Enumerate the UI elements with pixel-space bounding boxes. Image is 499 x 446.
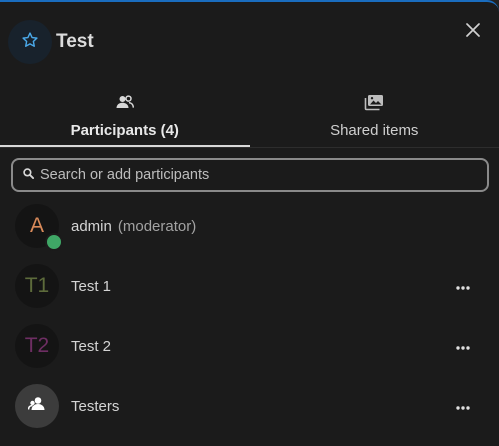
participant-name-text: Testers [71,397,120,415]
avatar-initials: T1 [24,274,50,297]
tab-participants[interactable]: Participants (4) [0,90,250,147]
tab-participants-label: Participants (4) [70,122,179,139]
search-icon [23,166,34,184]
sidebar-header: Test [8,20,94,64]
participant-name-text: Test 2 [71,337,112,355]
participant-row-testers[interactable]: Testers [0,376,499,436]
favorite-button[interactable] [8,20,52,64]
participant-role: (moderator) [117,217,197,235]
participant-name-text: admin [71,217,112,235]
avatar: T1 [15,264,59,308]
tab-shared-items[interactable]: Shared items [250,90,499,147]
search-input[interactable] [40,167,460,183]
avatar: A [15,204,63,251]
participant-name: Test 1 [71,278,111,295]
participant-row-test1[interactable]: T1 Test 1 [0,256,499,316]
more-options-icon [456,277,470,295]
more-options-icon [456,397,470,415]
sidebar-tabs: Participants (4) Shared items [0,90,499,148]
participants-sidebar: Test Participants (4) Shared items Searc… [0,0,499,446]
avatar: T2 [15,324,59,368]
more-options-icon [456,337,470,355]
online-status-indicator [45,233,63,251]
participant-row-test2[interactable]: T2 Test 2 [0,316,499,376]
conversation-title: Test [56,31,94,52]
participant-search [11,158,489,192]
avatar [15,384,59,428]
participant-name-text: Test 1 [71,277,112,295]
participant-actions-button[interactable] [447,330,479,362]
participant-name: admin (moderator) [71,218,196,235]
group-icon [27,394,46,418]
close-icon [466,22,480,42]
participant-actions-button[interactable] [447,270,479,302]
participant-list: A admin (moderator) T1 Test 1 T2 Test 2 … [0,196,499,436]
participant-row-admin[interactable]: A admin (moderator) [0,196,499,256]
shared-items-icon [364,92,384,112]
tab-shared-items-label: Shared items [330,122,419,139]
avatar-initials: A [29,214,44,237]
participant-name: Testers [71,398,119,415]
participant-name: Test 2 [71,338,111,355]
close-button[interactable] [461,20,485,44]
star-icon [21,31,39,54]
avatar-initials: T2 [24,334,50,357]
participant-actions-button[interactable] [447,390,479,422]
participants-icon [116,92,134,112]
